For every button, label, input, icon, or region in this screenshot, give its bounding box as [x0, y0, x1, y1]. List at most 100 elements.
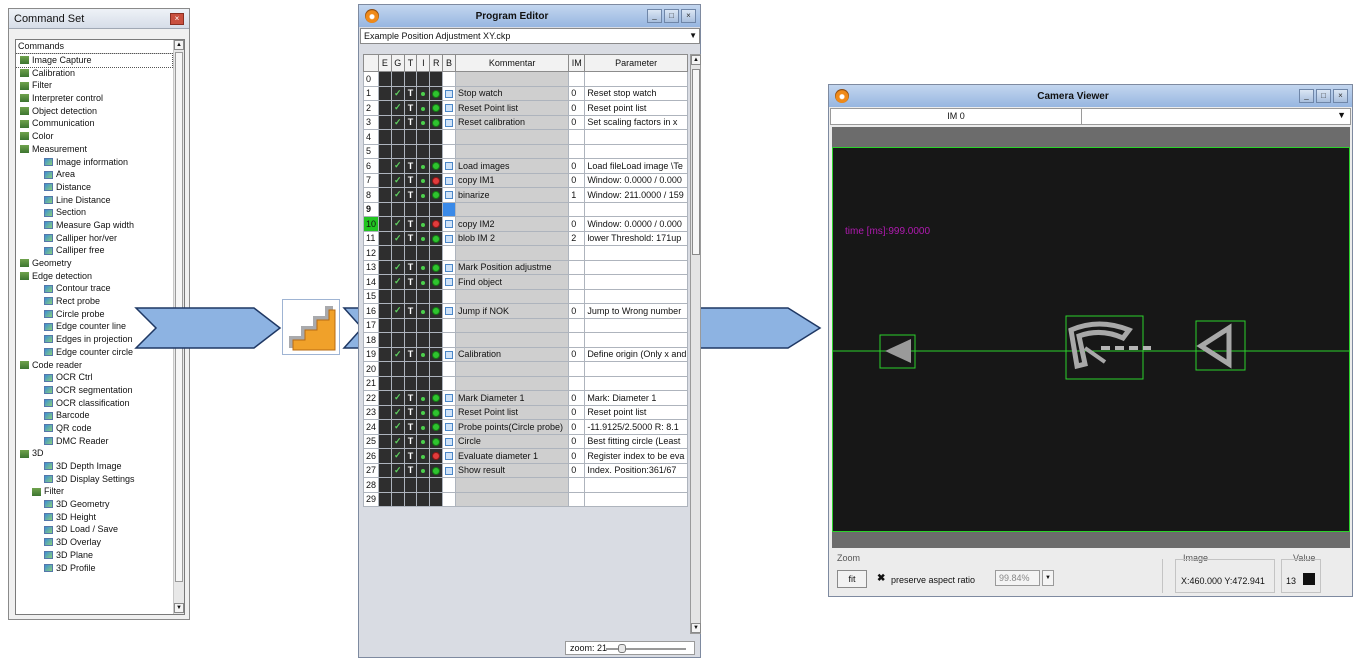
i-cell[interactable]: [416, 245, 431, 261]
table-row[interactable]: 13 ✓ T Mark Position adjustme: [363, 259, 688, 275]
table-row[interactable]: 2 ✓ T Reset Point list 0 Reset point list: [363, 100, 688, 116]
parameter-cell[interactable]: Window: 0.0000 / 0.000: [584, 172, 688, 188]
r-cell[interactable]: [429, 114, 444, 130]
t-cell[interactable]: T: [403, 100, 418, 116]
im-cell[interactable]: [568, 375, 586, 391]
parameter-cell[interactable]: Jump to Wrong number: [584, 303, 688, 319]
g-cell[interactable]: ✓: [390, 462, 405, 478]
line-number[interactable]: 13: [363, 259, 379, 275]
t-cell[interactable]: [403, 477, 418, 493]
r-cell[interactable]: [429, 230, 444, 246]
g-cell[interactable]: ✓: [390, 390, 405, 406]
column-header[interactable]: G: [390, 54, 405, 72]
comment-cell[interactable]: [454, 375, 570, 391]
command-tree-item[interactable]: 3D Plane: [16, 549, 172, 562]
g-cell[interactable]: ✓: [390, 85, 405, 101]
i-cell[interactable]: [416, 419, 431, 435]
comment-cell[interactable]: Jump if NOK: [454, 303, 570, 319]
parameter-cell[interactable]: Set scaling factors in x: [584, 114, 688, 130]
command-icon-cell[interactable]: [442, 216, 456, 232]
g-cell[interactable]: ✓: [390, 433, 405, 449]
line-number[interactable]: 29: [363, 491, 379, 507]
i-cell[interactable]: [416, 216, 431, 232]
i-cell[interactable]: [416, 433, 431, 449]
column-header[interactable]: E: [377, 54, 392, 72]
command-tree-item[interactable]: Color: [16, 130, 172, 143]
enable-cell[interactable]: [377, 288, 392, 304]
line-number[interactable]: 18: [363, 332, 379, 348]
t-cell[interactable]: T: [403, 172, 418, 188]
table-row[interactable]: 12: [363, 245, 688, 261]
enable-cell[interactable]: [377, 216, 392, 232]
r-cell[interactable]: [429, 303, 444, 319]
r-cell[interactable]: [429, 462, 444, 478]
enable-cell[interactable]: [377, 114, 392, 130]
g-cell[interactable]: ✓: [390, 100, 405, 116]
comment-cell[interactable]: [454, 361, 570, 377]
im-cell[interactable]: 0: [568, 404, 586, 420]
t-cell[interactable]: T: [403, 274, 418, 290]
g-cell[interactable]: [390, 288, 405, 304]
command-tree-item[interactable]: 3D Profile: [16, 562, 172, 575]
parameter-cell[interactable]: Reset point list: [584, 100, 688, 116]
r-cell[interactable]: [429, 288, 444, 304]
i-cell[interactable]: [416, 375, 431, 391]
command-tree-item[interactable]: Measure Gap width: [16, 219, 172, 232]
i-cell[interactable]: [416, 129, 431, 145]
i-cell[interactable]: [416, 404, 431, 420]
t-cell[interactable]: T: [403, 462, 418, 478]
i-cell[interactable]: [416, 230, 431, 246]
r-cell[interactable]: [429, 259, 444, 275]
chevron-down-icon[interactable]: ▼: [1337, 110, 1346, 120]
im-cell[interactable]: 0: [568, 346, 586, 362]
im-cell[interactable]: [568, 332, 586, 348]
enable-cell[interactable]: [377, 491, 392, 507]
enable-cell[interactable]: [377, 172, 392, 188]
t-cell[interactable]: [403, 361, 418, 377]
column-header[interactable]: T: [403, 54, 418, 72]
im-cell[interactable]: [568, 491, 586, 507]
table-row[interactable]: 23 ✓ T Reset Point list 0 Reset point list: [363, 404, 688, 420]
i-cell[interactable]: [416, 317, 431, 333]
im-cell[interactable]: 1: [568, 187, 586, 203]
program-file-select[interactable]: Example Position Adjustment XY.ckp ▼: [360, 28, 700, 44]
line-number[interactable]: 25: [363, 433, 379, 449]
parameter-cell[interactable]: Reset stop watch: [584, 85, 688, 101]
command-icon-cell[interactable]: [442, 100, 456, 116]
r-cell[interactable]: [429, 404, 444, 420]
i-cell[interactable]: [416, 274, 431, 290]
enable-cell[interactable]: [377, 346, 392, 362]
r-cell[interactable]: [429, 201, 444, 217]
r-cell[interactable]: [429, 375, 444, 391]
command-icon-cell[interactable]: [442, 172, 456, 188]
zoom-slider[interactable]: zoom: 21: [565, 641, 695, 655]
parameter-cell[interactable]: [584, 361, 688, 377]
im-cell[interactable]: 0: [568, 433, 586, 449]
line-number[interactable]: 23: [363, 404, 379, 420]
table-row[interactable]: 15: [363, 288, 688, 304]
chevron-down-icon[interactable]: ▼: [689, 29, 697, 43]
parameter-cell[interactable]: [584, 317, 688, 333]
command-tree-item[interactable]: 3D Depth Image: [16, 460, 172, 473]
line-number[interactable]: 14: [363, 274, 379, 290]
enable-cell[interactable]: [377, 462, 392, 478]
r-cell[interactable]: [429, 158, 444, 174]
t-cell[interactable]: [403, 71, 418, 87]
column-header[interactable]: IM: [568, 54, 586, 72]
line-number[interactable]: 27: [363, 462, 379, 478]
comment-cell[interactable]: Find object: [454, 274, 570, 290]
g-cell[interactable]: [390, 143, 405, 159]
t-cell[interactable]: [403, 143, 418, 159]
table-row[interactable]: 1 ✓ T Stop watch 0 Reset stop watch: [363, 85, 688, 101]
command-icon-cell[interactable]: [442, 114, 456, 130]
comment-cell[interactable]: copy IM2: [454, 216, 570, 232]
command-icon-cell[interactable]: [442, 288, 456, 304]
t-cell[interactable]: [403, 129, 418, 145]
t-cell[interactable]: [403, 201, 418, 217]
zoom-input[interactable]: 99.84%: [995, 570, 1040, 586]
g-cell[interactable]: [390, 245, 405, 261]
comment-cell[interactable]: [454, 491, 570, 507]
comment-cell[interactable]: copy IM1: [454, 172, 570, 188]
table-row[interactable]: 16 ✓ T Jump if NOK 0 Jump to Wrong number: [363, 303, 688, 319]
command-icon-cell[interactable]: [442, 85, 456, 101]
